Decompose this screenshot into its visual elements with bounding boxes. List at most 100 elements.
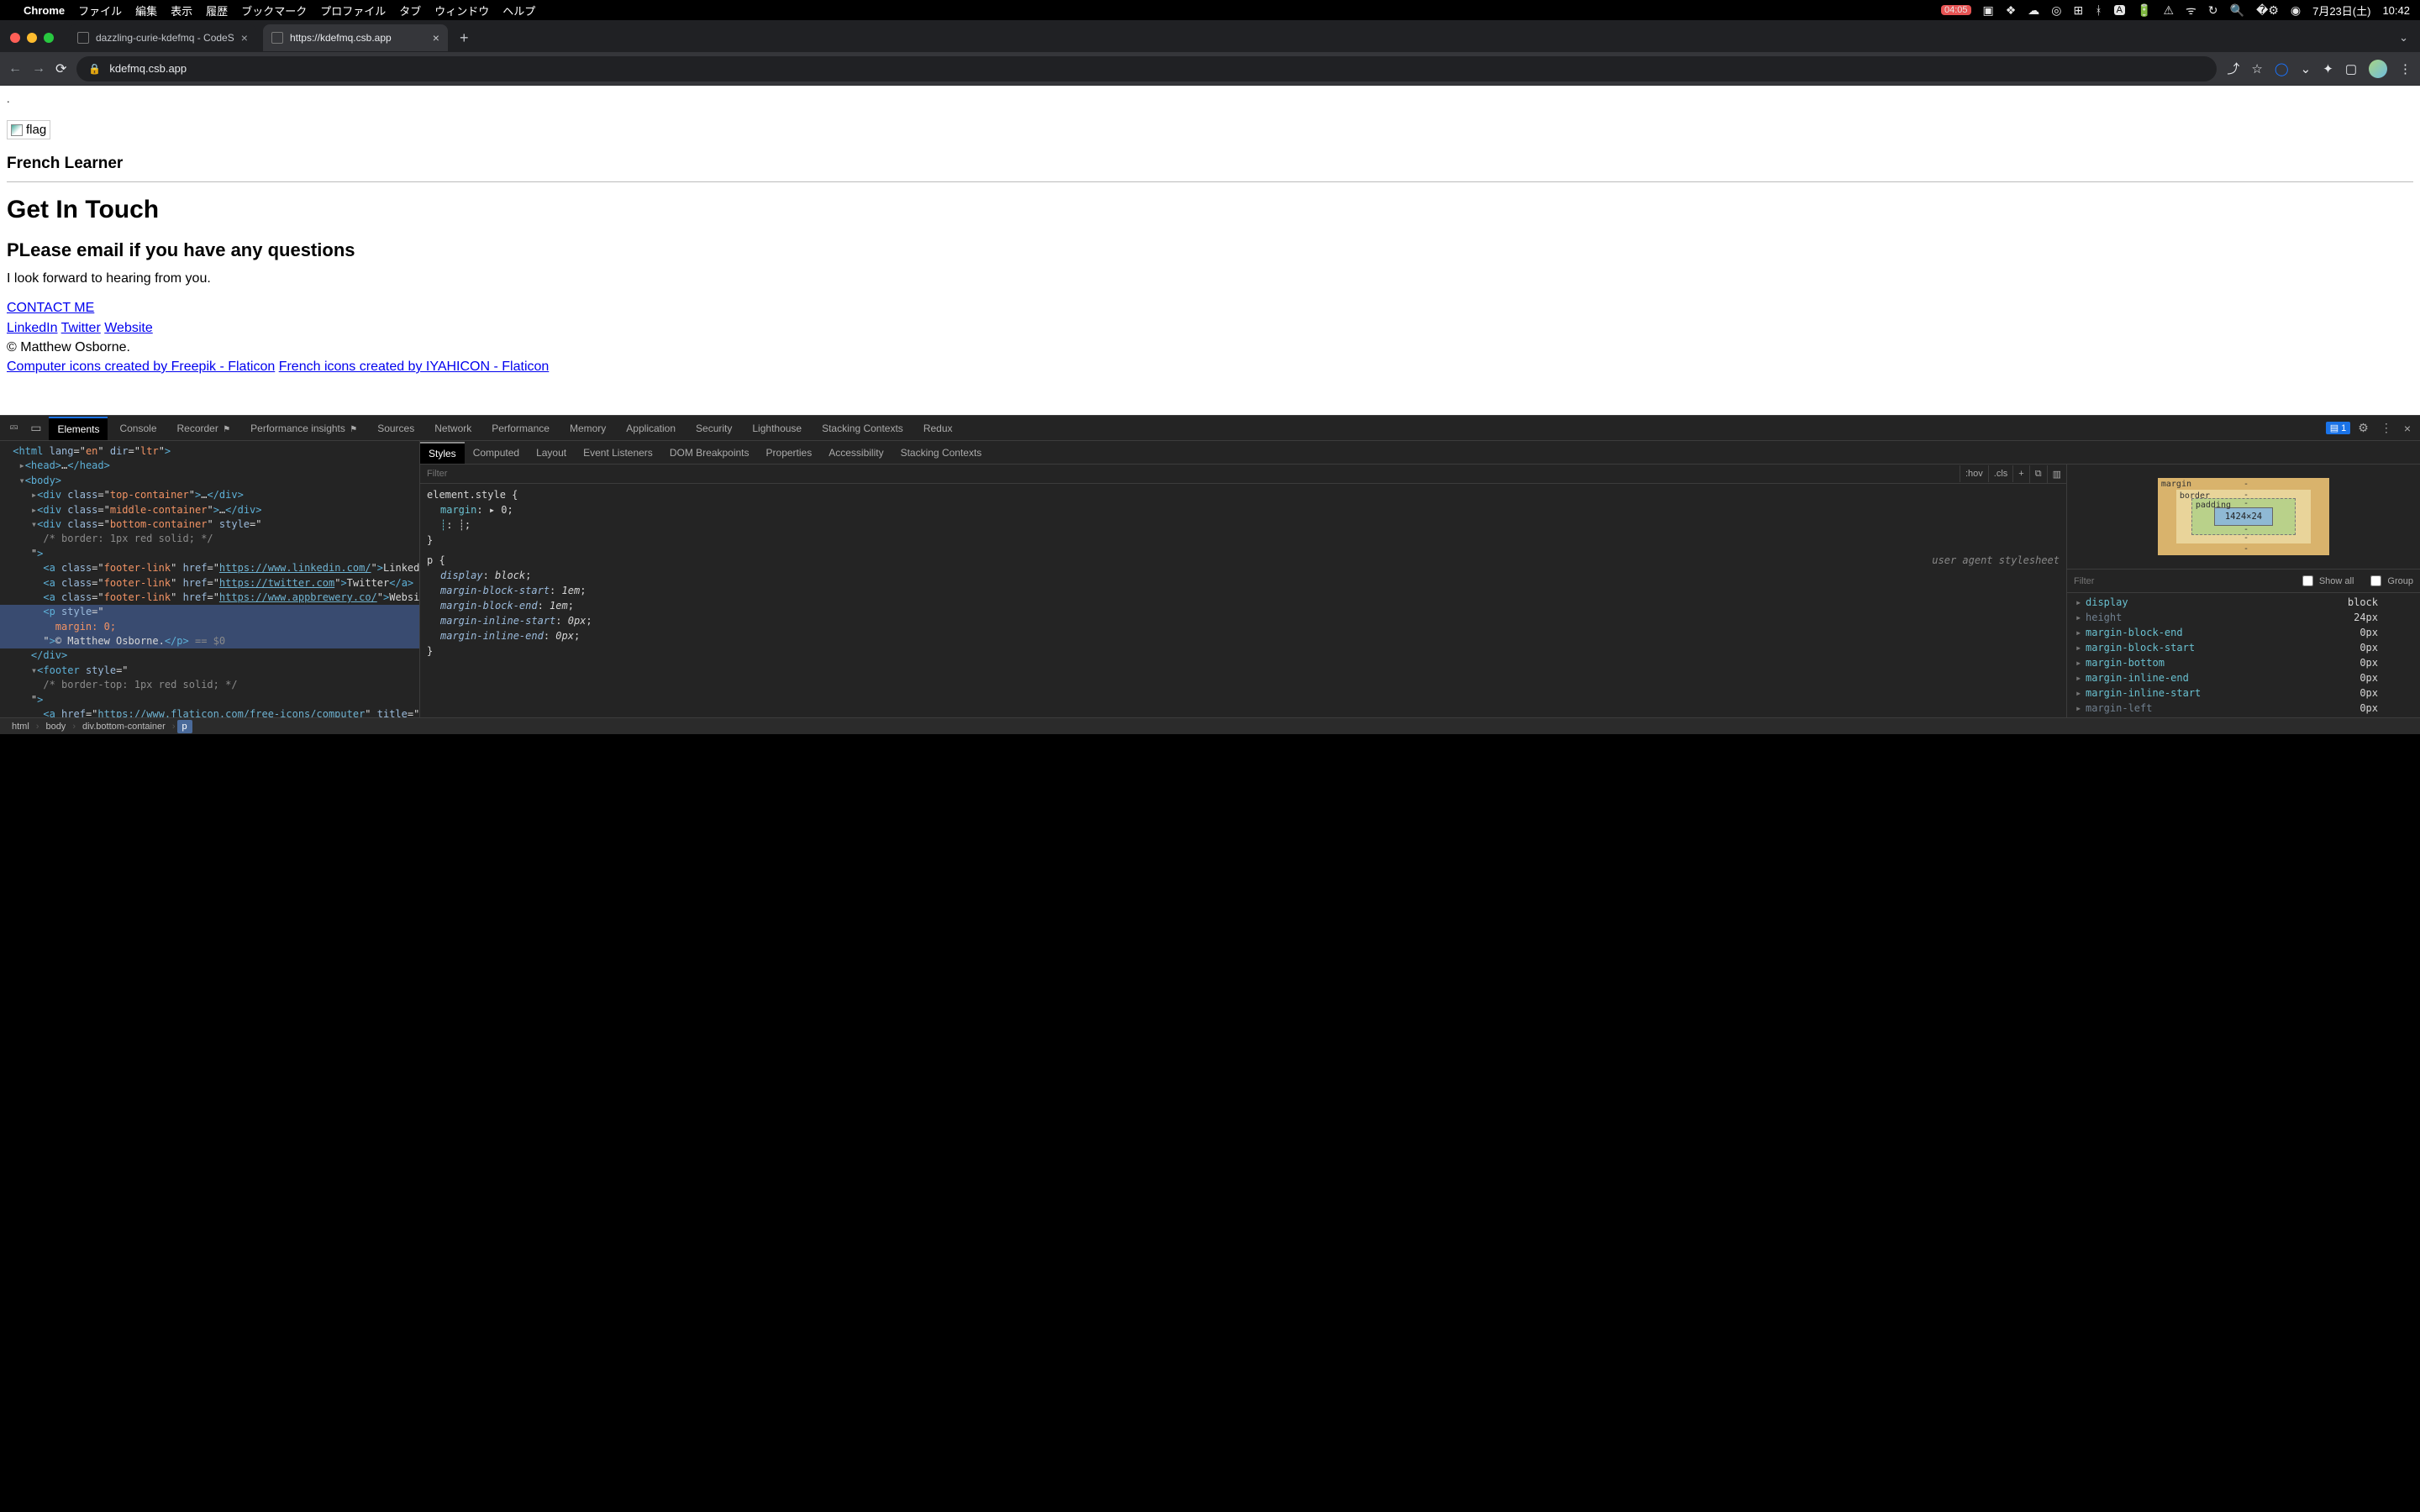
box-model[interactable]: margin- border- padding- 1424×24 - - - bbox=[2067, 465, 2420, 570]
wifi-icon[interactable]: ⚠︎ bbox=[2163, 3, 2174, 18]
bc-html[interactable]: html bbox=[7, 720, 34, 733]
close-devtools-icon[interactable]: × bbox=[2400, 422, 2415, 435]
menu-edit[interactable]: 編集 bbox=[135, 3, 157, 18]
lock-icon[interactable]: 🔒 bbox=[88, 63, 101, 75]
tab-lighthouse[interactable]: Lighthouse bbox=[744, 417, 810, 439]
linkedin-link[interactable]: LinkedIn bbox=[7, 321, 58, 335]
close-tab-icon[interactable]: × bbox=[433, 31, 439, 45]
dom-tree[interactable]: <html lang="en" dir="ltr"> ▸<head>…</hea… bbox=[0, 441, 420, 717]
tab-codesandbox[interactable]: dazzling-curie-kdefmq - CodeS × bbox=[69, 24, 256, 51]
tab-sources[interactable]: Sources bbox=[369, 417, 423, 439]
tab-console[interactable]: Console bbox=[111, 417, 165, 439]
sidetab-dom-breakpoints[interactable]: DOM Breakpoints bbox=[661, 443, 758, 463]
star-icon[interactable]: ☆ bbox=[2251, 61, 2262, 76]
tab-elements[interactable]: Elements bbox=[49, 417, 108, 440]
inspect-icon[interactable]: ⮹ bbox=[5, 421, 23, 435]
cloud-icon[interactable]: ☁ bbox=[2028, 3, 2039, 18]
tab-recorder[interactable]: Recorder ⚑ bbox=[169, 417, 239, 439]
extensions-icon[interactable]: ✦ bbox=[2323, 61, 2333, 76]
styles-rules[interactable]: element.style { margin: ▸ 0; ┊: ┊; } use… bbox=[420, 484, 2066, 662]
bluetooth-icon[interactable]: ᚼ bbox=[2095, 3, 2102, 17]
credit-french-icons-link[interactable]: French icons created by IYAHICON - Flati… bbox=[279, 360, 550, 374]
clock-icon[interactable]: ↻ bbox=[2208, 3, 2218, 18]
menu-bookmarks[interactable]: ブックマーク bbox=[241, 3, 307, 18]
device-toggle-icon[interactable]: ▭ bbox=[26, 421, 45, 435]
toggle-pane-icon[interactable]: ▥ bbox=[2047, 465, 2066, 483]
control-center-icon[interactable]: �⚙ bbox=[2256, 3, 2279, 18]
forward-button[interactable]: → bbox=[32, 61, 45, 76]
tab-perf-insights[interactable]: Performance insights ⚑ bbox=[242, 417, 366, 439]
group-checkbox[interactable]: Group bbox=[2360, 570, 2420, 592]
menu-file[interactable]: ファイル bbox=[78, 3, 122, 18]
menu-window[interactable]: ウィンドウ bbox=[434, 3, 489, 18]
timer-icon[interactable]: 04:05 bbox=[1941, 5, 1971, 15]
wifi-icon[interactable]: ᯤ bbox=[2186, 3, 2196, 18]
bc-div[interactable]: div.bottom-container bbox=[77, 720, 171, 733]
sidetab-styles[interactable]: Styles bbox=[420, 442, 465, 464]
maximize-window-button[interactable] bbox=[44, 33, 54, 43]
dom-breadcrumb[interactable]: html› body› div.bottom-container› p bbox=[0, 717, 2420, 734]
circle-icon[interactable]: ◎ bbox=[2051, 3, 2061, 18]
cls-toggle[interactable]: .cls bbox=[1988, 465, 2013, 482]
twitter-link[interactable]: Twitter bbox=[61, 321, 101, 335]
tab-redux[interactable]: Redux bbox=[915, 417, 961, 439]
new-style-rule-icon[interactable]: + bbox=[2012, 465, 2028, 482]
siri-icon[interactable]: ◉ bbox=[2291, 3, 2301, 18]
share-icon[interactable]: ⤴ bbox=[2227, 60, 2239, 77]
minimize-window-button[interactable] bbox=[27, 33, 37, 43]
computed-list[interactable]: ▸displayblock▸height24px▸margin-block-en… bbox=[2067, 593, 2420, 717]
more-icon[interactable]: ⋮ bbox=[2376, 421, 2396, 435]
app-name[interactable]: Chrome bbox=[24, 4, 65, 17]
tab-security[interactable]: Security bbox=[687, 417, 740, 439]
cube-icon[interactable]: ❖ bbox=[2006, 3, 2017, 18]
computed-filter-input[interactable] bbox=[2067, 572, 2292, 591]
back-button[interactable]: ← bbox=[8, 61, 22, 76]
tab-network[interactable]: Network bbox=[426, 417, 480, 439]
close-window-button[interactable] bbox=[10, 33, 20, 43]
hov-toggle[interactable]: :hov bbox=[1960, 465, 1988, 482]
styles-filter-input[interactable] bbox=[420, 465, 1960, 483]
bc-p[interactable]: p bbox=[177, 720, 192, 733]
kebab-menu-icon[interactable]: ⋮ bbox=[2399, 61, 2412, 76]
tab-stacking[interactable]: Stacking Contexts bbox=[813, 417, 912, 439]
tab-performance[interactable]: Performance bbox=[483, 417, 558, 439]
grid-icon[interactable]: ⊞ bbox=[2074, 3, 2084, 18]
close-tab-icon[interactable]: × bbox=[241, 31, 248, 45]
tab-memory[interactable]: Memory bbox=[561, 417, 614, 439]
tab-application[interactable]: Application bbox=[618, 417, 684, 439]
credit-computer-icons-link[interactable]: Computer icons created by Freepik - Flat… bbox=[7, 360, 275, 374]
settings-icon[interactable]: ⚙ bbox=[2354, 421, 2373, 435]
menu-tab[interactable]: タブ bbox=[399, 3, 421, 18]
reload-button[interactable]: ⟳ bbox=[55, 60, 66, 77]
website-link[interactable]: Website bbox=[104, 321, 153, 335]
sidetab-computed[interactable]: Computed bbox=[465, 443, 528, 463]
show-all-checkbox[interactable]: Show all bbox=[2292, 570, 2361, 592]
spotlight-icon[interactable]: 🔍 bbox=[2230, 3, 2244, 18]
tab-app[interactable]: https://kdefmq.csb.app × bbox=[263, 24, 448, 51]
sidetab-accessibility[interactable]: Accessibility bbox=[820, 443, 892, 463]
sidetab-event-listeners[interactable]: Event Listeners bbox=[575, 443, 661, 463]
profile-avatar[interactable] bbox=[2369, 60, 2387, 78]
new-tab-button[interactable]: + bbox=[455, 29, 474, 47]
menu-history[interactable]: 履歴 bbox=[206, 3, 228, 18]
extension-icon[interactable]: ◯ bbox=[2275, 61, 2289, 76]
stage-manager-icon[interactable]: ▣ bbox=[1983, 3, 1994, 18]
tab-search-icon[interactable]: ⌄ bbox=[2399, 31, 2413, 45]
computed-toggle-icon[interactable]: ⧉ bbox=[2029, 465, 2047, 483]
address-bar[interactable]: 🔒 kdefmq.csb.app bbox=[76, 56, 2217, 81]
menu-view[interactable]: 表示 bbox=[171, 3, 192, 18]
menubar-clock[interactable]: 10:42 bbox=[2382, 4, 2410, 17]
sidetab-stacking[interactable]: Stacking Contexts bbox=[892, 443, 991, 463]
contact-me-link[interactable]: CONTACT ME bbox=[7, 301, 94, 315]
battery-icon[interactable]: 🔋 bbox=[2137, 3, 2151, 18]
menu-profile[interactable]: プロファイル bbox=[320, 3, 386, 18]
sidetab-layout[interactable]: Layout bbox=[528, 443, 575, 463]
issues-badge[interactable]: ▤ 1 bbox=[2326, 422, 2351, 434]
bc-body[interactable]: body bbox=[40, 720, 71, 733]
menu-help[interactable]: ヘルプ bbox=[502, 3, 535, 18]
ime-icon[interactable]: A bbox=[2114, 5, 2125, 15]
sidetab-properties[interactable]: Properties bbox=[758, 443, 821, 463]
menubar-date[interactable]: 7月23日(土) bbox=[2312, 3, 2370, 18]
pocket-icon[interactable]: ⌄ bbox=[2301, 61, 2312, 76]
sidepanel-icon[interactable]: ▢ bbox=[2345, 61, 2357, 76]
